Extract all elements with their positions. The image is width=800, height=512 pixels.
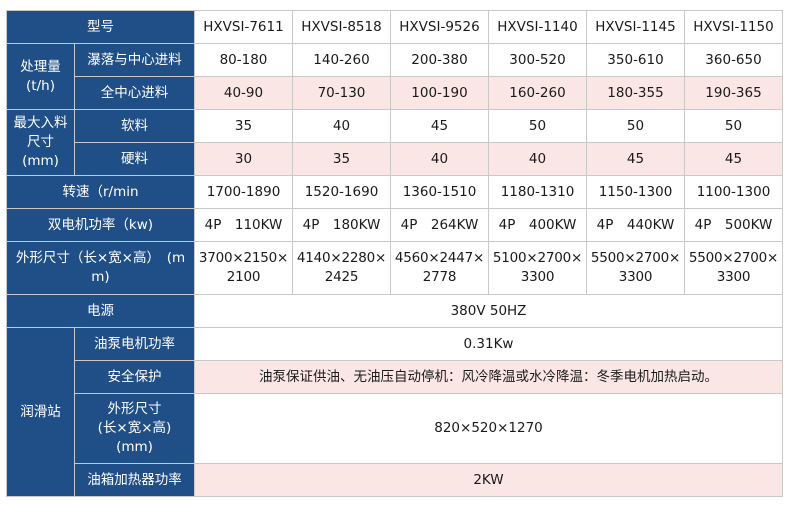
table-cell: 4P 110KW xyxy=(194,208,293,242)
lubrication-row-4: 油箱加热器功率 2KW xyxy=(7,463,783,497)
dimensions-row: 外形尺寸（长×宽×高） (mm) 3700×2150×2100 4140×228… xyxy=(6,241,783,295)
table-cell: 190-365 xyxy=(684,76,783,110)
table-cell: 45 xyxy=(586,142,685,176)
table-cell: 1100-1300 xyxy=(684,175,783,209)
model-name: HXVSI-1140 xyxy=(488,10,587,44)
table-cell: 2KW xyxy=(194,463,783,497)
speed-row: 转速（r/min 1700-1890 1520-1690 1360-1510 1… xyxy=(6,175,783,209)
lubrication-sub-label: 外形尺寸 (长×宽×高) (mm) xyxy=(74,393,195,464)
max-feed-label: 最大入料 尺寸 (mm) xyxy=(6,109,75,176)
max-feed-sub-label: 软料 xyxy=(74,109,195,143)
table-cell: 160-260 xyxy=(488,76,587,110)
model-name: HXVSI-1150 xyxy=(684,10,783,44)
motor-power-label: 双电机功率（kw) xyxy=(6,208,195,242)
table-cell: 100-190 xyxy=(390,76,489,110)
lubrication-sub-label: 油泵电机功率 xyxy=(74,327,195,361)
table-cell: 5100×2700×3300 xyxy=(488,241,587,295)
table-cell: 35 xyxy=(292,142,391,176)
model-name: HXVSI-9526 xyxy=(390,10,489,44)
motor-power-row: 双电机功率（kw) 4P 110KW 4P 180KW 4P 264KW 4P … xyxy=(6,208,783,242)
table-cell: 30 xyxy=(194,142,293,176)
capacity-label: 处理量 (t/h) xyxy=(6,43,75,110)
table-cell: 80-180 xyxy=(194,43,293,77)
max-feed-row-2: 硬料 30 35 40 40 45 45 xyxy=(7,142,783,176)
capacity-sub-label: 瀑落与中心进料 xyxy=(74,43,195,77)
table-cell: 820×520×1270 xyxy=(194,393,783,464)
table-cell: 140-260 xyxy=(292,43,391,77)
table-cell: 200-380 xyxy=(390,43,489,77)
table-cell: 45 xyxy=(684,142,783,176)
lubrication-sub-label: 安全保护 xyxy=(74,360,195,394)
power-supply-row: 电源 380V 50HZ xyxy=(6,294,783,328)
model-label: 型号 xyxy=(6,10,195,44)
lubrication-sub-label: 油箱加热器功率 xyxy=(74,463,195,497)
table-cell: 1360-1510 xyxy=(390,175,489,209)
table-cell: 4560×2447×2778 xyxy=(390,241,489,295)
table-cell: 1180-1310 xyxy=(488,175,587,209)
lubrication-label: 润滑站 xyxy=(6,327,75,497)
max-feed-sub-label: 硬料 xyxy=(74,142,195,176)
table-cell: 45 xyxy=(390,109,489,143)
table-cell: 0.31Kw xyxy=(194,327,783,361)
capacity-sub-label: 全中心进料 xyxy=(74,76,195,110)
table-cell: 1700-1890 xyxy=(194,175,293,209)
table-cell: 180-355 xyxy=(586,76,685,110)
table-cell: 4P 264KW xyxy=(390,208,489,242)
table-cell: 50 xyxy=(684,109,783,143)
model-name: HXVSI-8518 xyxy=(292,10,391,44)
table-cell: 35 xyxy=(194,109,293,143)
capacity-row-1: 处理量 (t/h) 瀑落与中心进料 80-180 140-260 200-380… xyxy=(6,43,783,110)
table-cell: 4P 180KW xyxy=(292,208,391,242)
model-name: HXVSI-1145 xyxy=(586,10,685,44)
power-supply-value: 380V 50HZ xyxy=(194,294,783,328)
lubrication-row-2: 安全保护 油泵保证供油、无油压自动停机：风冷降温或水冷降温：冬季电机加热启动。 xyxy=(7,360,783,394)
table-cell: 40 xyxy=(488,142,587,176)
table-cell: 50 xyxy=(586,109,685,143)
table-cell: 1150-1300 xyxy=(586,175,685,209)
table-cell: 300-520 xyxy=(488,43,587,77)
table-cell: 4P 400KW xyxy=(488,208,587,242)
table-cell: 40 xyxy=(292,109,391,143)
table-cell: 5500×2700×3300 xyxy=(586,241,685,295)
model-row: 型号 HXVSI-7611 HXVSI-8518 HXVSI-9526 HXVS… xyxy=(6,10,783,44)
lubrication-row-3: 外形尺寸 (长×宽×高) (mm) 820×520×1270 xyxy=(7,393,783,464)
table-cell: 3700×2150×2100 xyxy=(194,241,293,295)
table-cell: 40-90 xyxy=(194,76,293,110)
table-cell: 70-130 xyxy=(292,76,391,110)
table-cell: 50 xyxy=(488,109,587,143)
table-cell: 油泵保证供油、无油压自动停机：风冷降温或水冷降温：冬季电机加热启动。 xyxy=(194,360,783,394)
lubrication-row-1: 润滑站 油泵电机功率 0.31Kw xyxy=(6,327,783,497)
table-cell: 360-650 xyxy=(684,43,783,77)
dimensions-label: 外形尺寸（长×宽×高） (mm) xyxy=(6,241,195,295)
table-cell: 4P 440KW xyxy=(586,208,685,242)
capacity-row-2: 全中心进料 40-90 70-130 100-190 160-260 180-3… xyxy=(7,76,783,110)
table-cell: 4140×2280×2425 xyxy=(292,241,391,295)
power-supply-label: 电源 xyxy=(6,294,195,328)
table-cell: 350-610 xyxy=(586,43,685,77)
table-cell: 4P 500KW xyxy=(684,208,783,242)
model-name: HXVSI-7611 xyxy=(194,10,293,44)
speed-label: 转速（r/min xyxy=(6,175,195,209)
table-cell: 40 xyxy=(390,142,489,176)
table-cell: 1520-1690 xyxy=(292,175,391,209)
max-feed-row-1: 最大入料 尺寸 (mm) 软料 35 40 45 50 50 50 xyxy=(6,109,783,176)
table-cell: 5500×2700×3300 xyxy=(684,241,783,295)
spec-table: 型号 HXVSI-7611 HXVSI-8518 HXVSI-9526 HXVS… xyxy=(6,10,783,497)
